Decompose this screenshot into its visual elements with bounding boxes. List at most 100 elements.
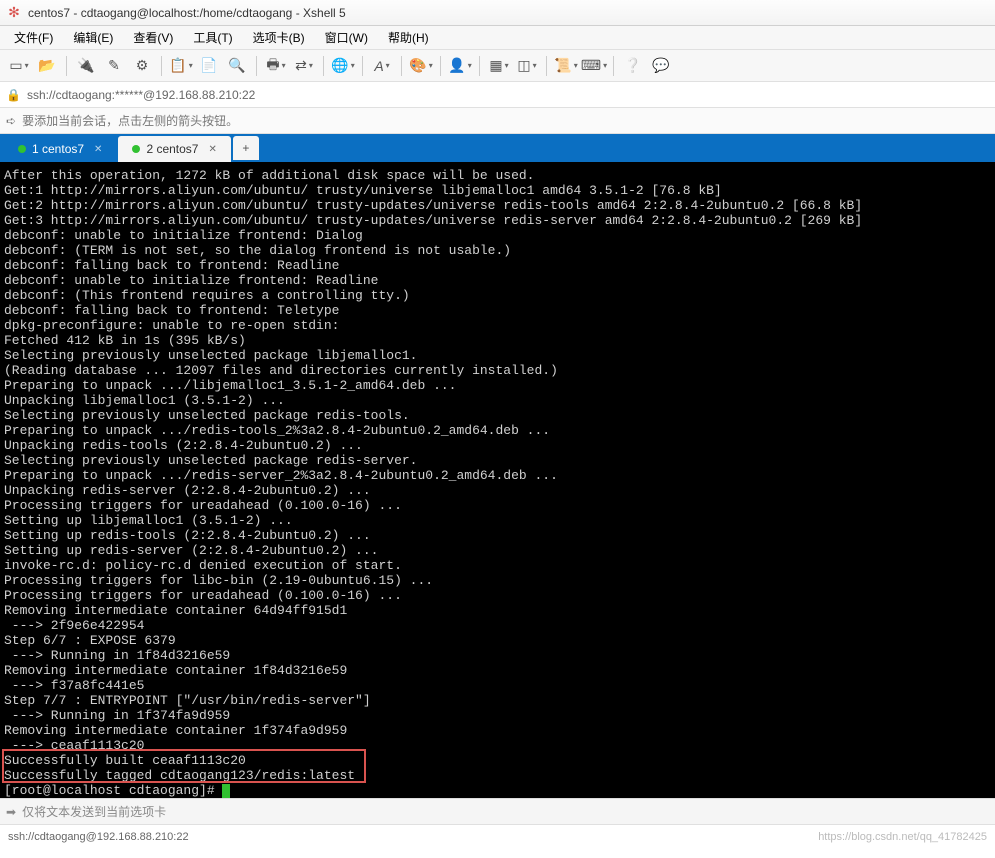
menu-tabs[interactable]: 选项卡(B) [245,27,313,48]
separator [479,56,480,76]
close-icon[interactable]: ✕ [208,144,216,155]
terminal-line: Processing triggers for ureadahead (0.10… [4,588,991,603]
status-dot-icon [18,145,26,153]
tab-bar: 1 centos7 ✕ 2 centos7 ✕ + [0,134,995,162]
menubar: 文件(F) 编辑(E) 查看(V) 工具(T) 选项卡(B) 窗口(W) 帮助(… [0,26,995,50]
terminal-line: Removing intermediate container 64d94ff9… [4,603,991,618]
window-titlebar: ✻ centos7 - cdtaogang@localhost:/home/cd… [0,0,995,26]
terminal-line: debconf: falling back to frontend: Readl… [4,258,991,273]
open-button[interactable]: 📂 [34,53,60,79]
menu-file[interactable]: 文件(F) [6,27,61,48]
send-bar: ➡ 仅将文本发送到当前选项卡 [0,798,995,824]
menu-edit[interactable]: 编辑(E) [65,27,121,48]
disconnect-button[interactable]: ✎ [101,53,127,79]
terminal-line: After this operation, 1272 kB of additio… [4,168,991,183]
color-button[interactable]: 🎨 [408,53,434,79]
menu-tools[interactable]: 工具(T) [185,27,240,48]
app-icon: ✻ [6,5,22,21]
terminal-line: Get:3 http://mirrors.aliyun.com/ubuntu/ … [4,213,991,228]
transfer-button[interactable]: ⇄ [291,53,317,79]
separator [66,56,67,76]
separator [613,56,614,76]
hint-bar: ➪ 要添加当前会话，点击左侧的箭头按钮。 [0,108,995,134]
paste-button[interactable]: 📄 [196,53,222,79]
terminal-line: Selecting previously unselected package … [4,408,991,423]
toolbar: ▭ 📂 🔌 ✎ ⚙ 📋 📄 🔍 🖶 ⇄ 🌐 A 🎨 👤 ▦ ◫ 📜 ⌨ ❔ 💬 [0,50,995,82]
address-text[interactable]: ssh://cdtaogang:******@192.168.88.210:22 [27,88,255,102]
terminal-line: Unpacking libjemalloc1 (3.5.1-2) ... [4,393,991,408]
address-bar: 🔒 ssh://cdtaogang:******@192.168.88.210:… [0,82,995,108]
separator [161,56,162,76]
menu-help[interactable]: 帮助(H) [380,27,437,48]
terminal-line: Processing triggers for libc-bin (2.19-0… [4,573,991,588]
close-icon[interactable]: ✕ [94,144,102,155]
layout-button[interactable]: ▦ [486,53,512,79]
print-button[interactable]: 🖶 [263,53,289,79]
watermark: https://blog.csdn.net/qq_41782425 [818,831,987,843]
terminal-line: Preparing to unpack .../libjemalloc1_3.5… [4,378,991,393]
tab-centos7-1[interactable]: 1 centos7 ✕ [4,136,116,162]
terminal-line: invoke-rc.d: policy-rc.d denied executio… [4,558,991,573]
font-button[interactable]: A [369,53,395,79]
terminal-output[interactable]: After this operation, 1272 kB of additio… [0,162,995,798]
terminal-line: Removing intermediate container 1f84d321… [4,663,991,678]
arrow-icon[interactable]: ➪ [6,114,16,128]
terminal-line: debconf: falling back to frontend: Telet… [4,303,991,318]
terminal-line: dpkg-preconfigure: unable to re-open std… [4,318,991,333]
separator [256,56,257,76]
terminal-line: Setting up libjemalloc1 (3.5.1-2) ... [4,513,991,528]
new-session-button[interactable]: ▭ [6,53,32,79]
terminal-line: Selecting previously unselected package … [4,453,991,468]
lock-icon: 🔒 [6,88,21,102]
chat-button[interactable]: 💬 [648,53,674,79]
terminal-line: Setting up redis-server (2:2.8.4-2ubuntu… [4,543,991,558]
tab-centos7-2[interactable]: 2 centos7 ✕ [118,136,230,162]
terminal-line: Preparing to unpack .../redis-tools_2%3a… [4,423,991,438]
help-button[interactable]: ❔ [620,53,646,79]
terminal-line: debconf: (TERM is not set, so the dialog… [4,243,991,258]
terminal-line: debconf: unable to initialize frontend: … [4,228,991,243]
reconnect-button[interactable]: 🔌 [73,53,99,79]
hint-text: 要添加当前会话，点击左侧的箭头按钮。 [22,112,238,129]
terminal-line: ---> Running in 1f374fa9d959 [4,708,991,723]
send-placeholder[interactable]: 仅将文本发送到当前选项卡 [22,803,166,820]
terminal-line: ---> Running in 1f84d3216e59 [4,648,991,663]
menu-view[interactable]: 查看(V) [125,27,181,48]
terminal-line: debconf: unable to initialize frontend: … [4,273,991,288]
copy-button[interactable]: 📋 [168,53,194,79]
terminal-prompt[interactable]: [root@localhost cdtaogang]# [4,783,991,798]
terminal-line: debconf: (This frontend requires a contr… [4,288,991,303]
separator [546,56,547,76]
properties-button[interactable]: ⚙ [129,53,155,79]
globe-button[interactable]: 🌐 [330,53,356,79]
separator [401,56,402,76]
terminal-line: ---> f37a8fc441e5 [4,678,991,693]
terminal-line: Removing intermediate container 1f374fa9… [4,723,991,738]
find-button[interactable]: 🔍 [224,53,250,79]
terminal-line: ---> 2f9e6e422954 [4,618,991,633]
terminal-line: Selecting previously unselected package … [4,348,991,363]
terminal-line: Processing triggers for ureadahead (0.10… [4,498,991,513]
terminal-line: Setting up redis-tools (2:2.8.4-2ubuntu0… [4,528,991,543]
terminal-line: Unpacking redis-server (2:2.8.4-2ubuntu0… [4,483,991,498]
menu-window[interactable]: 窗口(W) [317,27,376,48]
status-connection: ssh://cdtaogang@192.168.88.210:22 [8,831,189,843]
terminal-line: Step 6/7 : EXPOSE 6379 [4,633,991,648]
keyboard-button[interactable]: ⌨ [581,53,607,79]
terminal-line: Step 7/7 : ENTRYPOINT ["/usr/bin/redis-s… [4,693,991,708]
separator [323,56,324,76]
user-button[interactable]: 👤 [447,53,473,79]
window-title: centos7 - cdtaogang@localhost:/home/cdta… [28,6,346,20]
send-icon[interactable]: ➡ [6,805,16,819]
split-button[interactable]: ◫ [514,53,540,79]
tab-label: 2 centos7 [146,142,198,156]
tab-label: 1 centos7 [32,142,84,156]
tab-add-button[interactable]: + [233,136,259,160]
terminal-line: Fetched 412 kB in 1s (395 kB/s) [4,333,991,348]
terminal-line: Get:1 http://mirrors.aliyun.com/ubuntu/ … [4,183,991,198]
cursor [222,784,230,798]
separator [362,56,363,76]
status-dot-icon [132,145,140,153]
status-bar: ssh://cdtaogang@192.168.88.210:22 https:… [0,824,995,848]
script-button[interactable]: 📜 [553,53,579,79]
